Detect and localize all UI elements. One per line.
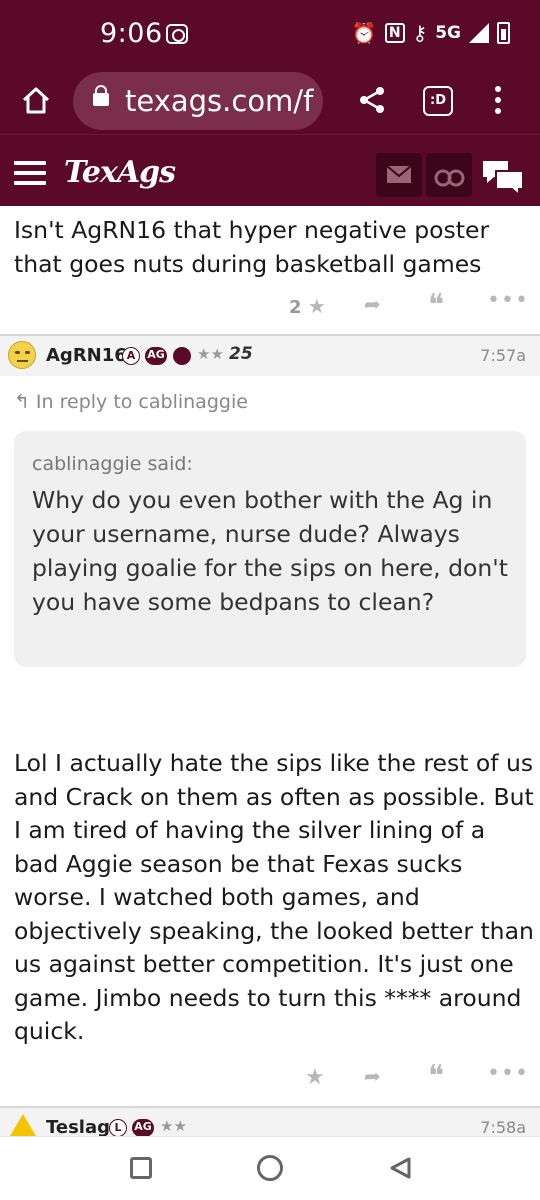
mail-button[interactable] xyxy=(376,153,422,197)
binoculars-button[interactable] xyxy=(426,153,472,197)
reply-icon[interactable]: ➦ xyxy=(364,292,381,316)
status-icons: ⏰ N ⚷ 5G xyxy=(352,21,510,45)
member-years: 25 xyxy=(229,344,253,364)
quote-icon[interactable]: ❝ xyxy=(428,1059,444,1094)
alarm-icon: ⏰ xyxy=(351,21,377,45)
mail-icon xyxy=(386,165,412,183)
post-body: Isn't AgRN16 that hyper negative poster … xyxy=(14,216,490,278)
back-icon[interactable] xyxy=(388,1156,412,1180)
badge-a: A xyxy=(122,347,140,365)
avatar[interactable] xyxy=(8,341,36,369)
home-nav-icon[interactable] xyxy=(257,1155,283,1181)
signal-icon xyxy=(469,23,489,43)
star-icon: ★ xyxy=(307,294,326,318)
more-icon[interactable]: ••• xyxy=(487,288,529,313)
post-body: Lol I actually hate the sips like the re… xyxy=(14,749,534,1045)
reply-arrow-icon: ↰ xyxy=(14,391,30,413)
system-nav-bar xyxy=(0,1136,540,1200)
more-icon[interactable]: ••• xyxy=(487,1061,529,1086)
username[interactable]: AgRN16 xyxy=(46,345,127,366)
url-text: texags.com/f xyxy=(125,84,314,118)
reply-icon[interactable]: ➦ xyxy=(364,1064,381,1088)
status-bar: 9:06 ⏰ N ⚷ 5G xyxy=(0,0,540,70)
quote-block: cablinaggie said: Why do you even bother… xyxy=(14,431,526,667)
post-time: 7:57a xyxy=(480,346,526,365)
star-icon[interactable]: ★ xyxy=(305,1065,325,1090)
network-type: 5G xyxy=(435,23,461,43)
username[interactable]: Teslag xyxy=(46,1117,110,1138)
post-header: AgRN16 A AG ★★ 25 7:57a xyxy=(0,336,540,376)
lock-icon xyxy=(93,85,109,106)
site-logo[interactable]: TexAgs xyxy=(64,155,176,190)
chat-icon[interactable] xyxy=(480,157,526,197)
helmet-badge-icon xyxy=(173,347,191,365)
battery-icon xyxy=(497,22,510,44)
reply-to-link[interactable]: ↰ In reply to cablinaggie xyxy=(14,391,248,413)
like-count[interactable]: 2 ★ xyxy=(289,294,326,318)
nfc-icon: N xyxy=(384,23,405,43)
quote-author: cablinaggie said: xyxy=(32,453,193,475)
share-icon[interactable] xyxy=(356,84,388,116)
user-stars: ★★ xyxy=(197,345,224,363)
recents-icon[interactable] xyxy=(130,1157,152,1179)
clock: 9:06 xyxy=(100,18,163,49)
tab-switcher-button[interactable]: :D xyxy=(423,86,453,116)
overflow-menu-icon[interactable] xyxy=(494,86,502,116)
quote-text: Why do you even bother with the Ag in yo… xyxy=(32,486,508,616)
post-time: 7:58a xyxy=(480,1118,526,1137)
site-header: TexAgs xyxy=(0,134,540,206)
key-icon: ⚷ xyxy=(412,21,428,45)
badge-ag: AG xyxy=(145,347,167,365)
post-header: Teslag L AG ★★ 7:58a xyxy=(0,1108,540,1138)
address-bar[interactable]: texags.com/f xyxy=(73,72,323,130)
quote-icon[interactable]: ❝ xyxy=(428,288,444,323)
browser-toolbar: texags.com/f :D xyxy=(0,70,540,134)
binoculars-icon xyxy=(434,169,465,187)
badge-ag: AG xyxy=(132,1119,154,1137)
badge-l: L xyxy=(109,1119,127,1137)
warning-avatar-icon[interactable] xyxy=(10,1114,36,1136)
home-icon[interactable] xyxy=(20,84,52,116)
record-icon xyxy=(166,24,188,44)
user-stars: ★★ xyxy=(160,1117,187,1135)
menu-icon[interactable] xyxy=(14,161,46,185)
